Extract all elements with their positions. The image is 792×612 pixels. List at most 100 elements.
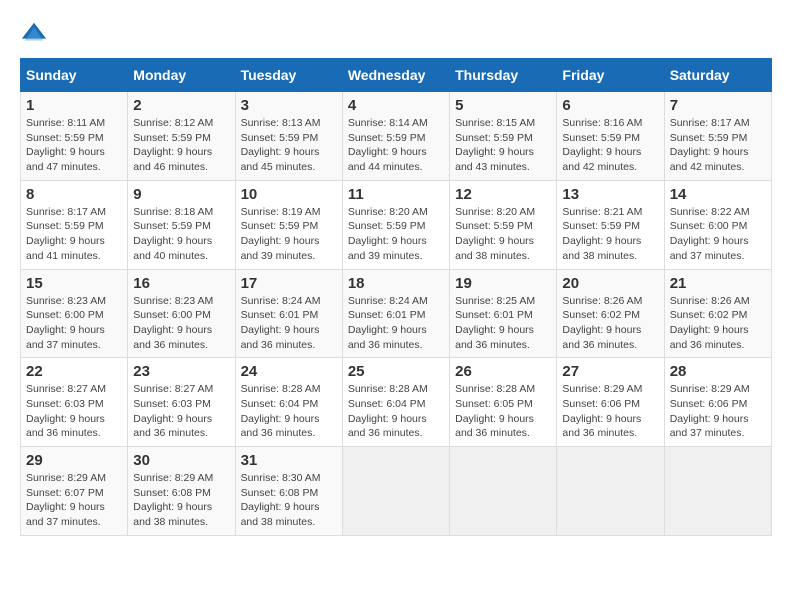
calendar-cell: 22Sunrise: 8:27 AMSunset: 6:03 PMDayligh…: [21, 358, 128, 447]
calendar-cell: 31 Sunrise: 8:30 AMSunset: 6:08 PMDayligh…: [235, 447, 342, 536]
calendar-body: 1 Sunrise: 8:11 AMSunset: 5:59 PMDaylight…: [21, 92, 772, 536]
logo-icon: [20, 20, 48, 48]
day-info: Sunrise: 8:12 AMSunset: 5:59 PMDaylight:…: [133, 116, 229, 175]
header-day: Thursday: [450, 59, 557, 92]
day-number: 16: [133, 275, 229, 292]
day-number: 30: [133, 452, 229, 469]
day-info: Sunrise: 8:22 AMSunset: 6:00 PMDaylight:…: [670, 205, 766, 264]
calendar-cell: 2 Sunrise: 8:12 AMSunset: 5:59 PMDaylight…: [128, 92, 235, 181]
calendar-cell: 23 Sunrise: 8:27 AMSunset: 6:03 PMDayligh…: [128, 358, 235, 447]
day-number: 9: [133, 186, 229, 203]
day-info: Sunrise: 8:18 AMSunset: 5:59 PMDaylight:…: [133, 205, 229, 264]
day-info: Sunrise: 8:17 AMSunset: 5:59 PMDaylight:…: [670, 116, 766, 175]
calendar-cell: 30 Sunrise: 8:29 AMSunset: 6:08 PMDayligh…: [128, 447, 235, 536]
day-number: 19: [455, 275, 551, 292]
day-info: Sunrise: 8:28 AMSunset: 6:04 PMDaylight:…: [241, 382, 337, 441]
day-number: 2: [133, 97, 229, 114]
day-number: 29: [26, 452, 122, 469]
day-info: Sunrise: 8:11 AMSunset: 5:59 PMDaylight:…: [26, 116, 122, 175]
day-number: 28: [670, 363, 766, 380]
header-row: SundayMondayTuesdayWednesdayThursdayFrid…: [21, 59, 772, 92]
day-number: 27: [562, 363, 658, 380]
calendar-cell: 14Sunrise: 8:22 AMSunset: 6:00 PMDayligh…: [664, 180, 771, 269]
day-info: Sunrise: 8:21 AMSunset: 5:59 PMDaylight:…: [562, 205, 658, 264]
calendar-cell: 8Sunrise: 8:17 AMSunset: 5:59 PMDaylight…: [21, 180, 128, 269]
calendar-cell: 17 Sunrise: 8:24 AMSunset: 6:01 PMDayligh…: [235, 269, 342, 358]
calendar-header: SundayMondayTuesdayWednesdayThursdayFrid…: [21, 59, 772, 92]
day-info: Sunrise: 8:20 AMSunset: 5:59 PMDaylight:…: [455, 205, 551, 264]
day-info: Sunrise: 8:20 AMSunset: 5:59 PMDaylight:…: [348, 205, 444, 264]
day-number: 3: [241, 97, 337, 114]
day-info: Sunrise: 8:23 AMSunset: 6:00 PMDaylight:…: [133, 294, 229, 353]
calendar-cell: 19 Sunrise: 8:25 AMSunset: 6:01 PMDayligh…: [450, 269, 557, 358]
day-number: 22: [26, 363, 122, 380]
calendar-cell: 3 Sunrise: 8:13 AMSunset: 5:59 PMDaylight…: [235, 92, 342, 181]
day-info: Sunrise: 8:23 AMSunset: 6:00 PMDaylight:…: [26, 294, 122, 353]
header-day: Friday: [557, 59, 664, 92]
day-number: 17: [241, 275, 337, 292]
calendar-cell: 21Sunrise: 8:26 AMSunset: 6:02 PMDayligh…: [664, 269, 771, 358]
day-number: 1: [26, 97, 122, 114]
day-info: Sunrise: 8:28 AMSunset: 6:04 PMDaylight:…: [348, 382, 444, 441]
day-number: 10: [241, 186, 337, 203]
header-day: Wednesday: [342, 59, 449, 92]
calendar-cell: 15 Sunrise: 8:23 AMSunset: 6:00 PMDayligh…: [21, 269, 128, 358]
calendar-cell: 6Sunrise: 8:16 AMSunset: 5:59 PMDaylight…: [557, 92, 664, 181]
day-number: 4: [348, 97, 444, 114]
day-info: Sunrise: 8:29 AMSunset: 6:06 PMDaylight:…: [670, 382, 766, 441]
calendar-cell: 1 Sunrise: 8:11 AMSunset: 5:59 PMDaylight…: [21, 92, 128, 181]
day-info: Sunrise: 8:27 AMSunset: 6:03 PMDaylight:…: [133, 382, 229, 441]
calendar-week-row: 8Sunrise: 8:17 AMSunset: 5:59 PMDaylight…: [21, 180, 772, 269]
calendar-cell: 18Sunrise: 8:24 AMSunset: 6:01 PMDayligh…: [342, 269, 449, 358]
calendar-cell: 12 Sunrise: 8:20 AMSunset: 5:59 PMDayligh…: [450, 180, 557, 269]
calendar-cell: 28 Sunrise: 8:29 AMSunset: 6:06 PMDayligh…: [664, 358, 771, 447]
calendar-week-row: 1 Sunrise: 8:11 AMSunset: 5:59 PMDaylight…: [21, 92, 772, 181]
header-day: Monday: [128, 59, 235, 92]
day-info: Sunrise: 8:29 AMSunset: 6:08 PMDaylight:…: [133, 471, 229, 530]
day-info: Sunrise: 8:19 AMSunset: 5:59 PMDaylight:…: [241, 205, 337, 264]
calendar-cell: 25Sunrise: 8:28 AMSunset: 6:04 PMDayligh…: [342, 358, 449, 447]
day-number: 23: [133, 363, 229, 380]
calendar-cell: 5 Sunrise: 8:15 AMSunset: 5:59 PMDaylight…: [450, 92, 557, 181]
day-info: Sunrise: 8:25 AMSunset: 6:01 PMDaylight:…: [455, 294, 551, 353]
day-info: Sunrise: 8:15 AMSunset: 5:59 PMDaylight:…: [455, 116, 551, 175]
header-day: Tuesday: [235, 59, 342, 92]
calendar-cell: 16 Sunrise: 8:23 AMSunset: 6:00 PMDayligh…: [128, 269, 235, 358]
calendar-week-row: 15 Sunrise: 8:23 AMSunset: 6:00 PMDayligh…: [21, 269, 772, 358]
day-number: 12: [455, 186, 551, 203]
calendar-week-row: 29Sunrise: 8:29 AMSunset: 6:07 PMDayligh…: [21, 447, 772, 536]
calendar-cell: [342, 447, 449, 536]
day-info: Sunrise: 8:13 AMSunset: 5:59 PMDaylight:…: [241, 116, 337, 175]
day-number: 11: [348, 186, 444, 203]
day-info: Sunrise: 8:24 AMSunset: 6:01 PMDaylight:…: [241, 294, 337, 353]
day-number: 15: [26, 275, 122, 292]
day-number: 31: [241, 452, 337, 469]
day-number: 24: [241, 363, 337, 380]
page-header: [20, 20, 772, 48]
calendar-cell: [664, 447, 771, 536]
day-number: 26: [455, 363, 551, 380]
day-number: 6: [562, 97, 658, 114]
day-number: 7: [670, 97, 766, 114]
day-info: Sunrise: 8:17 AMSunset: 5:59 PMDaylight:…: [26, 205, 122, 264]
calendar-cell: 29Sunrise: 8:29 AMSunset: 6:07 PMDayligh…: [21, 447, 128, 536]
calendar-cell: 4 Sunrise: 8:14 AMSunset: 5:59 PMDaylight…: [342, 92, 449, 181]
header-day: Sunday: [21, 59, 128, 92]
day-info: Sunrise: 8:30 AMSunset: 6:08 PMDaylight:…: [241, 471, 337, 530]
day-info: Sunrise: 8:14 AMSunset: 5:59 PMDaylight:…: [348, 116, 444, 175]
day-info: Sunrise: 8:28 AMSunset: 6:05 PMDaylight:…: [455, 382, 551, 441]
calendar-cell: [450, 447, 557, 536]
calendar-cell: 13Sunrise: 8:21 AMSunset: 5:59 PMDayligh…: [557, 180, 664, 269]
calendar-table: SundayMondayTuesdayWednesdayThursdayFrid…: [20, 58, 772, 536]
day-number: 21: [670, 275, 766, 292]
logo: [20, 20, 52, 48]
day-number: 5: [455, 97, 551, 114]
calendar-cell: 9 Sunrise: 8:18 AMSunset: 5:59 PMDaylight…: [128, 180, 235, 269]
day-number: 18: [348, 275, 444, 292]
calendar-cell: 10 Sunrise: 8:19 AMSunset: 5:59 PMDayligh…: [235, 180, 342, 269]
day-info: Sunrise: 8:26 AMSunset: 6:02 PMDaylight:…: [562, 294, 658, 353]
calendar-cell: [557, 447, 664, 536]
day-number: 20: [562, 275, 658, 292]
day-info: Sunrise: 8:29 AMSunset: 6:06 PMDaylight:…: [562, 382, 658, 441]
header-day: Saturday: [664, 59, 771, 92]
